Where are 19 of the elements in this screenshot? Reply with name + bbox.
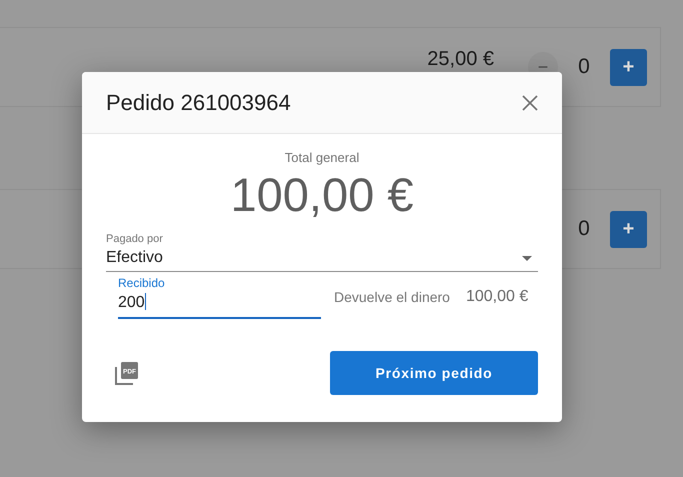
increase-button[interactable]: + [610,210,647,248]
received-label: Recibido [118,276,166,290]
quantity: 0 [577,217,591,241]
total-amount: 100,00 € [230,167,414,223]
product-price: 25,00 € [427,48,494,70]
received-field[interactable]: Recibido 200 [118,276,321,319]
change-amount: 100,00 € [466,288,528,306]
dialog-title: Pedido 261003964 [106,90,291,116]
quantity: 0 [577,55,591,79]
close-icon[interactable] [522,94,538,110]
payment-value: Efectivo [106,249,163,267]
dropdown-caret-icon [522,256,532,260]
change-label: Devuelve el dinero [334,289,450,305]
next-order-button[interactable]: Próximo pedido [330,351,538,395]
increase-button[interactable]: + [610,48,647,86]
total-label: Total general [284,150,360,165]
received-value: 200 [118,293,147,312]
payment-select[interactable]: Pagado por Efectivo [106,233,538,272]
payment-label: Pagado por [106,233,164,245]
